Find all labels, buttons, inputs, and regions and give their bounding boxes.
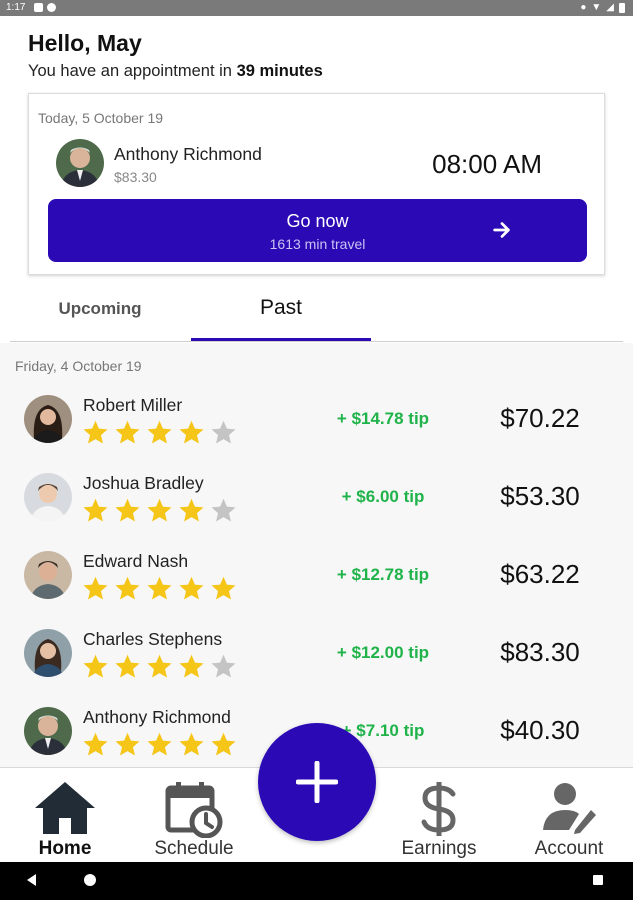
client-name: Robert Miller (83, 395, 183, 415)
battery-icon (619, 2, 625, 13)
nav-schedule[interactable]: Schedule (139, 768, 249, 863)
avatar (24, 473, 72, 521)
star-filled-icon (147, 732, 172, 756)
appointment-countdown: 39 minutes (236, 62, 323, 80)
nav-account-label: Account (534, 838, 604, 859)
client-name: Anthony Richmond (83, 707, 231, 727)
appointment-amount: $63.22 (500, 559, 580, 589)
nav-schedule-label: Schedule (154, 838, 234, 859)
star-rating (81, 497, 238, 525)
account-icon (543, 783, 596, 834)
dollar-icon (421, 782, 456, 836)
system-navigation-bar (0, 862, 633, 900)
star-filled-icon (147, 420, 172, 444)
past-appointments-list[interactable]: Friday, 4 October 19 Robert Miller + $14… (0, 343, 633, 768)
client-name: Joshua Bradley (83, 473, 204, 493)
star-filled-icon (115, 732, 140, 756)
list-item[interactable]: Joshua Bradley + $6.00 tip $53.30 (0, 469, 633, 547)
avatar (24, 707, 72, 755)
star-filled-icon (179, 732, 204, 756)
star-empty-icon (211, 420, 236, 444)
avatar (24, 395, 72, 443)
star-empty-icon (211, 654, 236, 678)
star-filled-icon (115, 576, 140, 600)
plus-icon (296, 761, 338, 803)
appointments-tabs: Upcoming Past (10, 290, 623, 342)
star-rating (81, 653, 238, 681)
location-icon: ● (580, 2, 587, 13)
arrow-right-icon (493, 222, 510, 238)
tip-amount: + $12.78 tip (336, 565, 430, 584)
star-filled-icon (179, 498, 204, 522)
appointment-notice: You have an appointment in 39 minutes (28, 62, 323, 81)
avatar (56, 139, 104, 187)
section-date: Friday, 4 October 19 (15, 358, 142, 374)
star-filled-icon (179, 654, 204, 678)
client-name: Edward Nash (83, 551, 189, 571)
star-filled-icon (147, 498, 172, 522)
add-appointment-button[interactable] (258, 723, 376, 841)
star-empty-icon (211, 498, 236, 522)
tab-past[interactable]: Past (191, 290, 371, 340)
star-filled-icon (83, 576, 108, 600)
star-filled-icon (115, 654, 140, 678)
signal-icon: ◢ (606, 2, 614, 13)
list-item[interactable]: Edward Nash + $12.78 tip $63.22 (0, 547, 633, 625)
star-filled-icon (211, 576, 236, 600)
avatar (24, 629, 72, 677)
tab-upcoming[interactable]: Upcoming (10, 290, 190, 340)
client-name: Anthony Richmond (114, 144, 262, 164)
star-filled-icon (83, 732, 108, 756)
notification-icon (34, 3, 43, 12)
star-filled-icon (211, 732, 236, 756)
tip-amount: + $6.00 tip (341, 487, 425, 506)
next-appointment-card: Today, 5 October 19 Anthony Richmond $83… (28, 93, 605, 275)
star-filled-icon (83, 420, 108, 444)
appointment-amount: $40.30 (500, 715, 580, 745)
appointment-notice-prefix: You have an appointment in (28, 62, 237, 80)
star-filled-icon (179, 576, 204, 600)
star-filled-icon (115, 420, 140, 444)
status-bar: 1:17 ● ▼ ◢ (0, 0, 633, 16)
greeting-title: Hello, May (28, 30, 142, 56)
nav-account[interactable]: Account (514, 768, 624, 863)
star-filled-icon (147, 576, 172, 600)
nav-home[interactable]: Home (10, 768, 120, 863)
status-time: 1:17 (6, 2, 26, 13)
home-icon (35, 782, 95, 834)
star-rating (81, 419, 238, 447)
sync-icon (47, 3, 56, 12)
star-filled-icon (115, 498, 140, 522)
tip-amount: + $14.78 tip (336, 409, 430, 428)
back-icon[interactable] (27, 874, 36, 886)
star-filled-icon (83, 498, 108, 522)
nav-earnings[interactable]: Earnings (384, 768, 494, 863)
appointment-amount: $53.30 (500, 481, 580, 511)
avatar (24, 551, 72, 599)
schedule-icon (165, 782, 223, 838)
go-now-button[interactable]: Go now 1613 min travel (48, 199, 587, 262)
nav-home-label: Home (38, 838, 92, 859)
star-filled-icon (179, 420, 204, 444)
wifi-icon: ▼ (591, 2, 602, 13)
tab-indicator (191, 338, 371, 341)
appointment-time: 08:00 AM (432, 149, 542, 179)
star-rating (81, 575, 238, 603)
appointment-amount: $83.30 (500, 637, 580, 667)
star-rating (81, 731, 238, 759)
appointment-amount: $70.22 (500, 403, 580, 433)
recents-icon[interactable] (593, 875, 603, 885)
tip-amount: + $12.00 tip (336, 643, 430, 662)
star-filled-icon (83, 654, 108, 678)
nav-earnings-label: Earnings (401, 838, 477, 859)
client-name: Charles Stephens (83, 629, 223, 649)
star-filled-icon (147, 654, 172, 678)
list-item[interactable]: Robert Miller + $14.78 tip $70.22 (0, 391, 633, 469)
appointment-date: Today, 5 October 19 (38, 110, 164, 126)
appointment-price: $83.30 (114, 169, 157, 185)
list-item[interactable]: Charles Stephens + $12.00 tip $83.30 (0, 625, 633, 703)
home-circle-icon[interactable] (84, 874, 96, 886)
